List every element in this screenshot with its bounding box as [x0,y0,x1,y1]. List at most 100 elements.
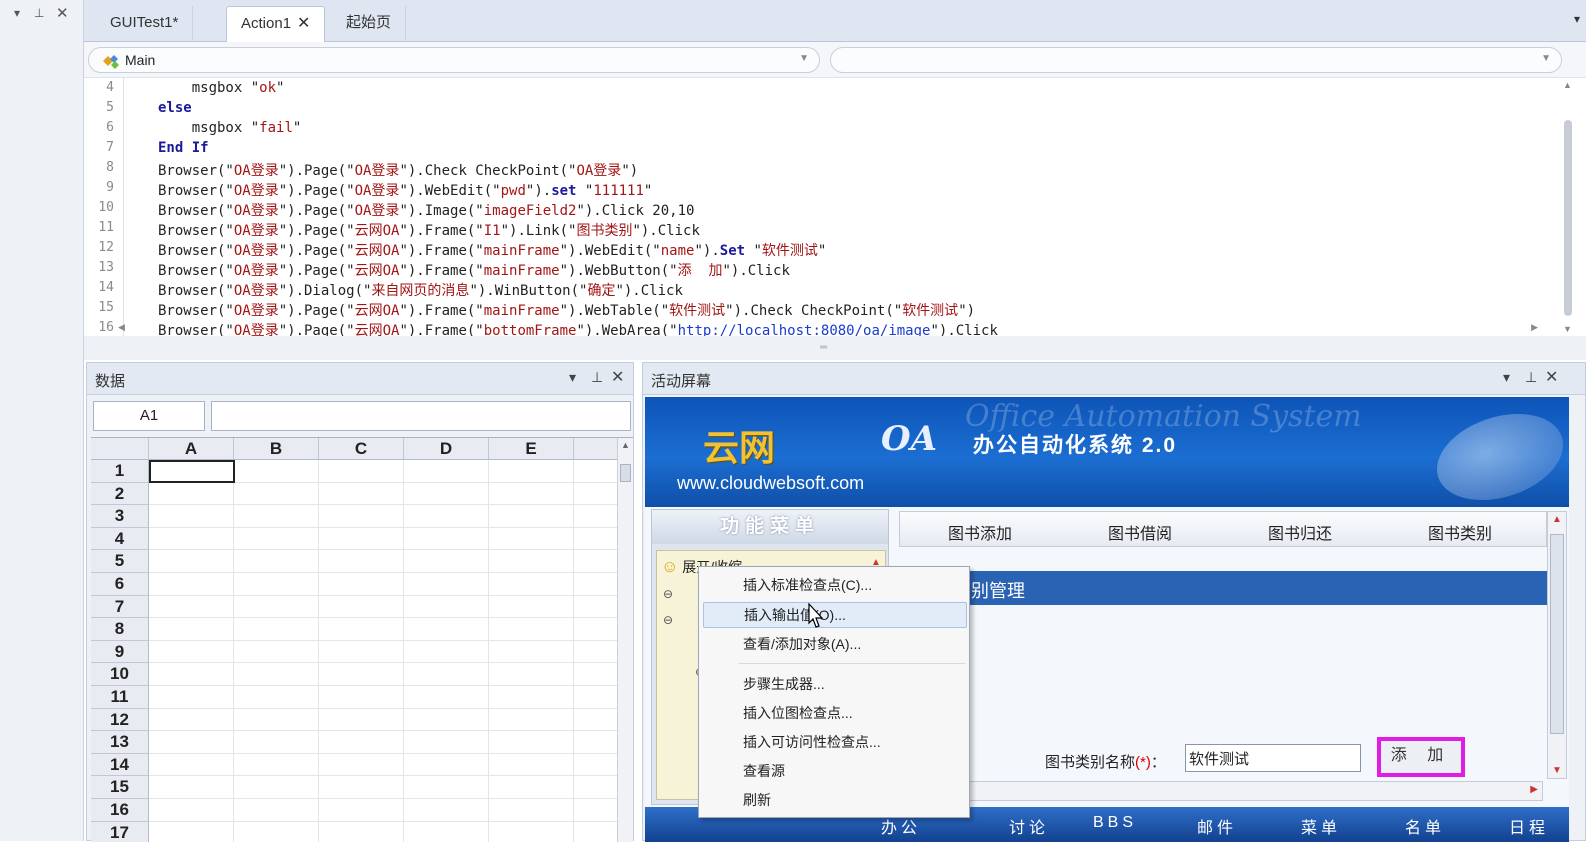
nav-book-return[interactable]: 图书归还 [1268,520,1332,544]
scroll-right-icon[interactable]: ▶ [1531,322,1538,333]
code-line[interactable]: Browser("OA登录").Page("云网OA").Frame("I1")… [158,220,700,240]
row-header[interactable]: 13 [91,731,149,754]
pin-icon[interactable]: ⊥ [1525,369,1537,386]
code-line[interactable]: msgbox "ok" [158,80,285,96]
menu-refresh[interactable]: 刷新 [743,788,963,814]
tab-list-icon[interactable]: ▾ [1574,12,1580,26]
nav-book-borrow[interactable]: 图书借阅 [1108,520,1172,544]
cell-reference-box[interactable]: A1 [93,401,205,431]
nav-book-category[interactable]: 图书类别 [1428,520,1492,544]
row-header[interactable]: 1 [91,460,149,483]
menu-view-add-object[interactable]: 查看/添加对象(A)... [743,632,963,658]
dropdown-icon[interactable]: ▾ [14,6,20,20]
pin-icon[interactable]: ⊥ [591,369,603,386]
row-header[interactable]: 16 [91,799,149,822]
column-header[interactable]: C [319,438,404,460]
selected-cell[interactable] [149,460,235,483]
code-line[interactable]: else [158,100,192,116]
pane-splitter[interactable]: ═ [84,336,1586,360]
row-header[interactable]: 14 [91,753,149,777]
menu-step-generator[interactable]: 步骤生成器... [743,672,963,698]
code-line[interactable]: Browser("OA登录").Page("OA登录").WebEdit("pw… [158,180,652,200]
column-header[interactable]: B [234,438,319,460]
row-header[interactable]: 17 [91,821,149,842]
row-header[interactable]: 10 [91,663,149,686]
row-header[interactable]: 6 [91,573,149,596]
close-icon[interactable]: ✕ [1545,367,1558,387]
close-icon[interactable]: ✕ [56,4,69,22]
scroll-right-icon[interactable]: ▶ [1530,784,1538,795]
row-header[interactable]: 4 [91,527,149,551]
tab-start-page[interactable]: 起始页 [332,6,407,42]
menu-insert-standard-checkpoint[interactable]: 插入标准检查点(C)... [743,573,963,599]
code-line[interactable]: Browser("OA登录").Page("云网OA").Frame("main… [158,240,826,260]
bottom-mail[interactable]: 邮件 [1197,814,1237,838]
code-line[interactable]: Browser("OA登录").Page("OA登录").Check Check… [158,160,638,180]
bottom-menu[interactable]: 菜单 [1301,814,1341,838]
row-header[interactable]: 2 [91,482,149,506]
scroll-down-icon[interactable]: ▼ [1563,324,1572,334]
add-button[interactable]: 添 加 [1377,737,1465,777]
oa-horizontal-scrollbar[interactable]: ▶ [899,781,1543,801]
code-editor[interactable]: 4 5 6 7 8 9 10 11 12 13 14 15 16 msgbox "ok" else msg… [84,78,1586,336]
row-header[interactable]: 5 [91,550,149,573]
row-header[interactable]: 3 [91,505,149,528]
code-line[interactable]: Browser("OA登录").Dialog("来自网页的消息").WinBut… [158,280,683,300]
column-header[interactable]: E [489,438,574,460]
category-name-input[interactable]: 软件测试 [1185,744,1361,772]
spreadsheet-grid[interactable]: A B C D E 1 2 3 4 5 6 7 8 9 10 11 12 13 14 15 16 17 ▲ [91,437,633,842]
scroll-thumb[interactable] [620,464,631,482]
close-icon[interactable]: ✕ [611,367,624,387]
tab-action1[interactable]: Action1 ✕ [226,6,326,42]
column-header[interactable]: A [149,438,234,460]
row-header[interactable]: 11 [91,686,149,709]
row-header[interactable]: 12 [91,708,149,732]
scroll-up-icon[interactable]: ▲ [1552,514,1562,525]
row-header[interactable]: 7 [91,595,149,619]
bottom-schedule[interactable]: 日程 [1509,814,1549,838]
tree-expand-icon[interactable]: ⊖ [663,587,673,601]
scroll-thumb[interactable] [1550,534,1564,734]
code-line[interactable]: msgbox "fail" [158,120,302,136]
tab-guitest1[interactable]: GUITest1* [96,6,194,42]
menu-insert-accessibility-checkpoint[interactable]: 插入可访问性检查点... [743,730,963,756]
pin-icon[interactable]: ⊥ [34,6,44,20]
bottom-list[interactable]: 名单 [1405,814,1445,838]
grid-vertical-scrollbar[interactable]: ▲ [617,438,633,842]
oa-subtitle: 办公自动化系统 2.0 [973,434,1178,457]
row-header[interactable]: 9 [91,640,149,664]
editor-vertical-scrollbar[interactable]: ▲ ▼ [1562,80,1574,334]
line-number: 14 [98,280,114,295]
scroll-up-icon[interactable]: ▲ [1563,80,1572,90]
row-header[interactable]: 15 [91,776,149,799]
panel-header: 数据 ▾ ⊥ ✕ [87,363,633,395]
row-header[interactable]: 8 [91,618,149,641]
code-line[interactable]: Browser("OA登录").Page("云网OA").Frame("main… [158,300,975,320]
code-line[interactable]: Browser("OA登录").Page("OA登录").Image("imag… [158,200,694,220]
bottom-bbs[interactable]: BBS [1093,814,1137,832]
nav-book-add[interactable]: 图书添加 [948,520,1012,544]
scroll-down-icon[interactable]: ▼ [1552,765,1562,776]
code-line[interactable]: Browser("OA登录").Page("云网OA").Frame("main… [158,260,790,280]
scroll-up-icon[interactable]: ▲ [621,440,630,450]
formula-input[interactable] [211,401,631,431]
dropdown-icon[interactable]: ▾ [569,369,576,386]
menu-view-source[interactable]: 查看源 [743,759,963,785]
close-tab-icon[interactable]: ✕ [297,15,310,32]
chevron-down-icon: ▼ [1541,53,1551,64]
scroll-thumb[interactable] [1564,120,1572,316]
grid-line [149,685,619,686]
oa-vertical-scrollbar[interactable]: ▲ ▼ [1547,511,1567,779]
scroll-left-icon[interactable]: ◀ [118,322,125,333]
tree-expand-icon[interactable]: ⊖ [663,613,673,627]
editor-horizontal-scrollbar[interactable]: ◀ ▶ [118,322,1538,336]
action-dropdown[interactable]: Main ▼ [88,47,820,73]
grid-corner[interactable] [91,438,149,460]
menu-insert-bitmap-checkpoint[interactable]: 插入位图检查点... [743,701,963,727]
menu-insert-output-value[interactable]: 插入输出值(O)... [703,602,967,628]
code-line[interactable]: End If [158,140,209,156]
dropdown-icon[interactable]: ▾ [1503,369,1510,386]
bottom-discuss[interactable]: 讨论 [1009,814,1049,838]
column-header[interactable]: D [404,438,489,460]
procedure-dropdown[interactable]: ▼ [830,47,1562,73]
